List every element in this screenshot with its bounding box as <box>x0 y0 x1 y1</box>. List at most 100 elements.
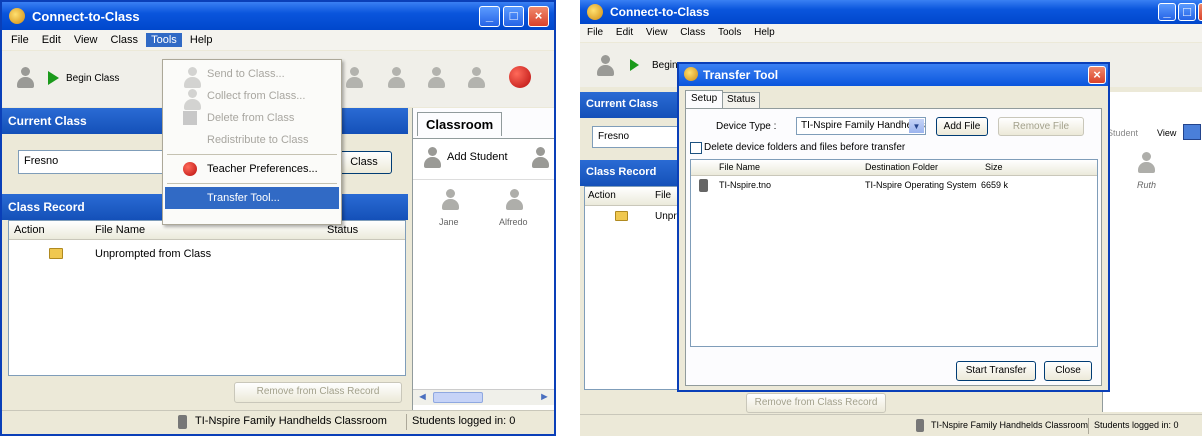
table-row[interactable]: Unpro <box>585 209 685 225</box>
device-type-select[interactable]: TI-Nspire Family Handhelds ▼ <box>796 117 926 135</box>
apple-icon <box>183 162 197 176</box>
toolbar-delete-icon[interactable] <box>427 67 445 89</box>
view-label[interactable]: View <box>1157 128 1176 138</box>
tab-classroom[interactable]: Classroom <box>417 112 503 136</box>
horizontal-scrollbar[interactable]: ◄ ► <box>413 389 554 405</box>
col-action[interactable]: Action <box>588 190 616 201</box>
menu-item-redistribute-to-class[interactable]: Redistribute to Class <box>165 129 339 151</box>
left-window: Connect-to-Class _ □ × File Edit View Cl… <box>0 0 556 436</box>
collect-icon <box>183 89 201 110</box>
status-classroom: TI-Nspire Family Handhelds Classroom <box>195 415 387 427</box>
scrollbar-thumb[interactable] <box>433 392 483 403</box>
add-student-label[interactable]: Add Student <box>447 151 508 163</box>
maximize-button[interactable]: □ <box>503 6 524 27</box>
menu-edit[interactable]: Edit <box>37 33 66 47</box>
menu-edit[interactable]: Edit <box>611 26 638 39</box>
menu-item-transfer-tool[interactable]: Transfer Tool... <box>165 187 339 209</box>
classroom-toolbar-icon[interactable] <box>531 147 549 169</box>
col-file-name[interactable]: File Name <box>719 162 760 172</box>
col-file[interactable]: File <box>655 190 671 201</box>
col-destination-folder[interactable]: Destination Folder <box>865 162 938 172</box>
add-student-icon[interactable] <box>423 147 441 169</box>
menu-view[interactable]: View <box>641 26 673 39</box>
minimize-button[interactable]: _ <box>479 6 500 27</box>
begin-class-label[interactable]: Begin <box>652 60 678 71</box>
menu-item-teacher-preferences[interactable]: Teacher Preferences... <box>165 158 339 180</box>
student-name[interactable]: Alfredo <box>499 217 528 227</box>
menu-class[interactable]: Class <box>106 33 144 47</box>
class-record-list: Action File Unpro <box>584 186 685 390</box>
col-status[interactable]: Status <box>327 224 358 236</box>
delete-before-transfer-checkbox[interactable] <box>690 142 702 154</box>
col-action[interactable]: Action <box>14 224 45 236</box>
student-avatar-icon[interactable] <box>505 189 523 211</box>
menu-view[interactable]: View <box>69 33 103 47</box>
remove-from-class-record-button[interactable]: Remove from Class Record <box>234 382 402 403</box>
tab-status[interactable]: Status <box>722 92 761 108</box>
tools-menu: Send to Class... Collect from Class... D… <box>162 59 342 225</box>
right-statusbar: TI-Nspire Family Handhelds Classroom Stu… <box>580 414 1202 436</box>
classroom-strip: Student View Ruth <box>1102 92 1202 412</box>
menu-item-collect-from-class[interactable]: Collect from Class... <box>165 85 339 110</box>
remove-file-button[interactable]: Remove File <box>998 117 1084 136</box>
handheld-icon <box>916 419 924 432</box>
grid-view-icon[interactable] <box>1183 124 1201 140</box>
left-titlebar[interactable]: Connect-to-Class <box>2 2 554 30</box>
close-button[interactable]: Close <box>1044 361 1092 381</box>
add-file-button[interactable]: Add File <box>936 117 988 136</box>
start-transfer-button[interactable]: Start Transfer <box>956 361 1036 381</box>
student-name[interactable]: Ruth <box>1137 180 1156 190</box>
students-icon[interactable] <box>16 67 34 89</box>
os-file-icon <box>699 179 708 192</box>
student-rows <box>413 179 554 180</box>
scroll-left-icon[interactable]: ◄ <box>417 391 428 403</box>
delete-icon <box>183 111 197 125</box>
app-icon <box>9 8 25 24</box>
scroll-right-icon[interactable]: ► <box>539 391 550 403</box>
close-button[interactable]: × <box>528 6 549 27</box>
menu-file[interactable]: File <box>582 26 608 39</box>
menu-tools[interactable]: Tools <box>713 26 746 39</box>
dialog-close-icon[interactable]: × <box>1088 66 1106 84</box>
file-row[interactable]: TI-Nspire.tno TI-Nspire Operating System… <box>691 178 1097 194</box>
student-name[interactable]: Jane <box>439 217 459 227</box>
student-label[interactable]: Student <box>1107 128 1138 138</box>
remove-from-class-record-button[interactable]: Remove from Class Record <box>746 393 886 413</box>
table-row[interactable]: Unprompted from Class <box>9 245 405 263</box>
send-icon <box>183 67 201 88</box>
maximize-button[interactable]: □ <box>1178 3 1196 21</box>
classroom-panel: Classroom Add Student Jane Alfredo ◄ ► <box>412 108 554 410</box>
tab-setup[interactable]: Setup <box>685 90 724 108</box>
student-avatar-icon[interactable] <box>1137 152 1155 174</box>
menu-file[interactable]: File <box>6 33 34 47</box>
toolbar-redistribute-icon[interactable] <box>467 67 485 89</box>
file-name: TI-Nspire.tno <box>719 180 772 190</box>
begin-class-icon[interactable] <box>630 59 639 71</box>
students-icon[interactable] <box>596 55 614 77</box>
begin-class-icon[interactable] <box>48 71 59 85</box>
handheld-icon <box>178 415 187 429</box>
teacher-preferences-icon[interactable] <box>509 66 531 88</box>
toolbar-send-icon[interactable] <box>345 67 363 89</box>
current-class-header: Current Class <box>580 92 680 118</box>
delete-before-transfer-label[interactable]: Delete device folders and files before t… <box>704 142 905 153</box>
file-destination: TI-Nspire Operating System <box>865 180 977 190</box>
student-avatar-icon[interactable] <box>441 189 459 211</box>
current-class-input[interactable]: Fresno <box>592 126 682 148</box>
col-file-name[interactable]: File Name <box>95 224 145 236</box>
begin-class-label[interactable]: Begin Class <box>66 73 119 84</box>
menu-tools[interactable]: Tools <box>146 33 182 47</box>
class-button[interactable]: Class <box>336 151 392 174</box>
menu-class[interactable]: Class <box>675 26 710 39</box>
close-button[interactable]: × <box>1198 3 1202 21</box>
right-titlebar[interactable]: Connect-to-Class <box>580 0 1202 24</box>
menu-item-delete-from-class[interactable]: Delete from Class <box>165 107 339 129</box>
menu-help[interactable]: Help <box>185 33 218 47</box>
menu-item-send-to-class[interactable]: Send to Class... <box>165 63 339 88</box>
dialog-titlebar[interactable]: Transfer Tool <box>679 64 1108 86</box>
col-size[interactable]: Size <box>985 162 1003 172</box>
minimize-button[interactable]: _ <box>1158 3 1176 21</box>
chevron-down-icon[interactable]: ▼ <box>909 119 924 133</box>
toolbar-collect-icon[interactable] <box>387 67 405 89</box>
menu-help[interactable]: Help <box>749 26 780 39</box>
